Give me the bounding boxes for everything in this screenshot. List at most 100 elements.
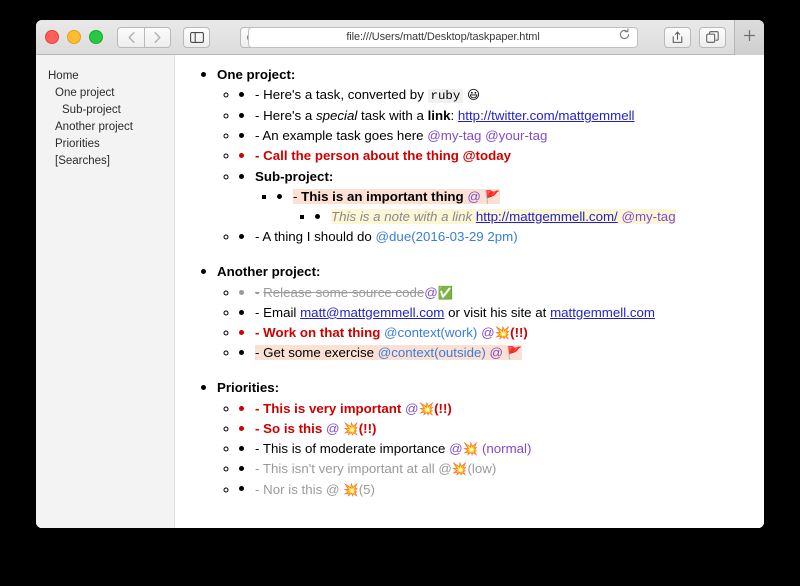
tag-context-work[interactable]: @context(work) [384,325,477,340]
list-bullet [239,329,244,335]
list-bullet [239,446,244,451]
tag-at[interactable]: @ [449,441,463,456]
tag-at[interactable]: @ [438,461,452,476]
site-link[interactable]: mattgemmell.com [550,305,655,320]
flag-icon: 🚩 [506,345,523,361]
show-tabs-button[interactable] [699,26,726,48]
tag-context-outside[interactable]: @context(outside) [378,345,486,360]
tag-my-tag[interactable]: @my-tag [427,128,481,143]
forward-button[interactable] [144,26,171,48]
collision-icon: 💥 [418,400,435,416]
back-button[interactable] [117,26,144,48]
emphasis-text: special [315,108,358,124]
sidebar-item-priorities[interactable]: Priorities [36,135,174,152]
sidebar-toggle-group [183,26,210,48]
list-bullet [201,385,206,391]
task-text: Nor is this [263,481,323,497]
list-bullet [201,71,206,77]
maximize-window-button[interactable] [89,30,103,44]
sidebar-item-one-project[interactable]: One project [36,84,174,101]
close-window-button[interactable] [45,30,59,44]
task-text: Here's a [263,108,313,124]
task-dash: - [255,128,260,144]
tag-at[interactable]: @ [405,401,419,416]
task-row: - Nor is this @ 💥(5) [239,480,764,500]
list-bullet [239,309,244,315]
show-tabs-icon [706,31,719,43]
task-dash: - [255,284,260,300]
sidebar-item-searches[interactable]: [Searches] [36,152,174,169]
task-row: - Email matt@mattgemmell.com or visit hi… [239,303,764,323]
plus-icon [743,29,756,47]
task-row: - A thing I should do @due(2016-03-29 2p… [239,227,764,247]
tag-due[interactable]: @due(2016-03-29 2pm) [376,229,518,244]
back-chevron-icon [127,31,135,43]
tag-my-tag[interactable]: @my-tag [621,209,675,224]
note-list: This is a note with a link http://mattge… [293,207,764,227]
sidebar-item-sub-project[interactable]: Sub-project [36,101,174,118]
task-dash: - [293,188,298,204]
strong-text: link [427,108,451,124]
project-title: Priorities: [217,380,280,396]
flag-icon: 🚩 [484,188,501,204]
email-link[interactable]: matt@mattgemmell.com [300,305,444,320]
task-row: - Here's a task, converted by ruby 😃 [239,85,764,106]
task-text-cont: or visit his site at [448,304,547,320]
tag-at[interactable]: @ [467,189,481,204]
tag-your-tag[interactable]: @your-tag [485,128,547,143]
priority-value: (low) [467,461,497,477]
task-text: This is of moderate importance [262,441,446,457]
task-text: This is an important thing [301,188,464,204]
sidebar-item-another-project[interactable]: Another project [36,118,174,135]
sidebar-item-home[interactable]: Home [36,67,174,84]
project-list: One project: - Here's a task, converted … [175,65,764,247]
task-text-today: Call the person about the thing @today [263,148,512,164]
note-row: This is a note with a link http://mattge… [315,207,764,227]
tag-at[interactable]: @ [481,325,495,340]
browser-content: Home One project Sub-project Another pro… [36,55,764,528]
new-tab-button[interactable] [734,20,764,55]
share-button[interactable] [664,26,691,48]
tag-at[interactable]: @ [326,482,340,497]
project-one: One project: - Here's a task, converted … [201,65,764,247]
list-bullet [201,269,206,275]
sidebar-toggle-button[interactable] [183,26,210,48]
task-text: This isn't very important at all [262,461,435,477]
tag-at[interactable]: @ [424,285,438,300]
url-text: file:///Users/matt/Desktop/taskpaper.htm… [346,31,540,43]
check-mark-icon: ✅ [437,284,454,300]
task-row: - Work on that thing @context(work) @💥(!… [239,323,764,343]
task-dash: - [255,229,260,245]
browser-toolbar: file:///Users/matt/Desktop/taskpaper.htm… [36,20,764,55]
task-text: Get some exercise [263,345,374,361]
reload-button[interactable] [617,28,631,44]
task-list: - This is very important @💥(!!) - So is … [217,399,764,500]
address-bar[interactable]: file:///Users/matt/Desktop/taskpaper.htm… [248,26,638,48]
tag-at[interactable]: @ [326,421,340,436]
toolbar-right-group [664,26,726,48]
project-title: One project: [217,67,296,82]
inline-code: ruby [427,89,464,104]
sub-project-title: Sub-project: [255,168,334,184]
task-dash: - [255,441,260,457]
minimize-window-button[interactable] [67,30,81,44]
collision-icon: 💥 [451,461,468,477]
task-row: - Here's a special task with a link: htt… [239,106,764,126]
project-list: Priorities: - This is very important @💥(… [175,378,764,499]
task-dash: - [255,420,260,436]
tag-at[interactable]: @ [490,345,504,360]
colon: : [450,108,455,124]
task-text: Work on that thing [263,325,381,341]
priority-value: (!!) [434,400,452,416]
collision-icon: 💥 [462,441,479,457]
task-text-cont: task with a [361,108,424,124]
task-list: - Release some source code@✅ - Email mat… [217,283,764,364]
smiley-icon: 😃 [467,87,481,103]
list-bullet [277,193,282,199]
mattgemmell-link[interactable]: http://mattgemmell.com/ [476,209,618,224]
task-text: A thing I should do [262,229,372,245]
taskpaper-document: One project: - Here's a task, converted … [175,55,764,528]
task-row: - This is very important @💥(!!) [239,399,764,419]
task-text: Here's a task, converted by [263,87,424,103]
twitter-link[interactable]: http://twitter.com/mattgemmell [458,108,635,123]
